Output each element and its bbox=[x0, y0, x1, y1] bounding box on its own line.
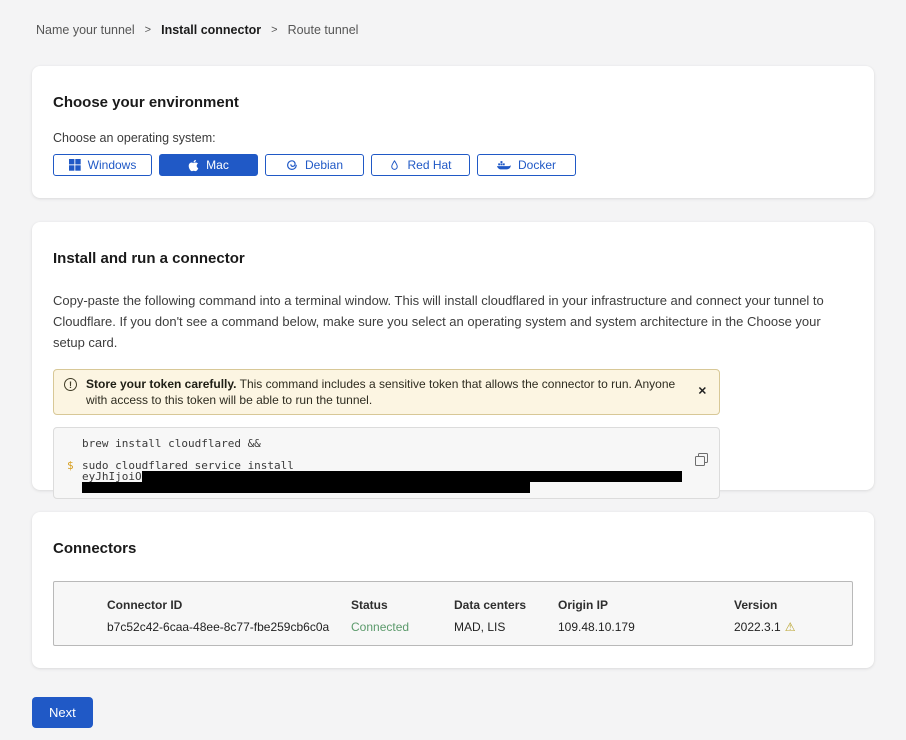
token-warning-banner: ! Store your token carefully. This comma… bbox=[53, 369, 720, 415]
redhat-logo-icon bbox=[389, 159, 400, 172]
os-button-label: Debian bbox=[305, 158, 343, 172]
breadcrumb: Name your tunnel > Install connector > R… bbox=[0, 0, 906, 37]
warning-title: Store your token carefully. bbox=[86, 377, 237, 391]
environment-card-title: Choose your environment bbox=[53, 94, 853, 111]
command-token-line: eyJhIjoiO bbox=[68, 471, 705, 482]
operating-system-label: Choose an operating system: bbox=[53, 131, 853, 145]
close-icon[interactable]: ✕ bbox=[698, 387, 707, 398]
warning-text: Store your token carefully. This command… bbox=[86, 376, 685, 408]
connector-id-value: b7c52c42-6caa-48ee-8c77-fbe259cb6c0a bbox=[107, 620, 351, 634]
column-header-origin-ip: Origin IP bbox=[558, 598, 734, 612]
apple-logo-icon bbox=[188, 159, 199, 172]
shell-prompt: $ bbox=[67, 460, 74, 471]
breadcrumb-separator: > bbox=[145, 24, 151, 36]
os-button-windows[interactable]: Windows bbox=[53, 154, 152, 176]
choose-environment-card: Choose your environment Choose an operat… bbox=[32, 66, 874, 198]
copy-command-button[interactable] bbox=[695, 453, 708, 469]
os-button-label: Mac bbox=[206, 158, 229, 172]
connectors-table-row: Connector ID b7c52c42-6caa-48ee-8c77-fbe… bbox=[53, 581, 853, 646]
install-description: Copy-paste the following command into a … bbox=[53, 290, 853, 353]
os-button-label: Red Hat bbox=[407, 158, 451, 172]
redacted-token-bar bbox=[142, 471, 682, 482]
breadcrumb-step-name-your-tunnel[interactable]: Name your tunnel bbox=[36, 23, 135, 37]
next-button[interactable]: Next bbox=[32, 697, 93, 728]
windows-logo-icon bbox=[69, 159, 81, 171]
origin-ip-value: 109.48.10.179 bbox=[558, 620, 734, 634]
os-button-row: Windows Mac Debian Red Hat Docker bbox=[53, 154, 853, 176]
os-button-debian[interactable]: Debian bbox=[265, 154, 364, 176]
column-header-status: Status bbox=[351, 598, 454, 612]
os-button-redhat[interactable]: Red Hat bbox=[371, 154, 470, 176]
install-card-title: Install and run a connector bbox=[53, 250, 853, 267]
command-line-2: $sudo cloudflared service install bbox=[68, 460, 705, 471]
breadcrumb-step-route-tunnel[interactable]: Route tunnel bbox=[288, 23, 359, 37]
copy-icon bbox=[695, 454, 708, 469]
os-button-docker[interactable]: Docker bbox=[477, 154, 576, 176]
data-centers-value: MAD, LIS bbox=[454, 620, 558, 634]
column-header-data-centers: Data centers bbox=[454, 598, 558, 612]
debian-logo-icon bbox=[286, 159, 298, 171]
command-token-line-2 bbox=[68, 482, 705, 493]
os-button-label: Docker bbox=[518, 158, 556, 172]
os-button-mac[interactable]: Mac bbox=[159, 154, 258, 176]
os-button-label: Windows bbox=[88, 158, 137, 172]
status-badge: Connected bbox=[351, 620, 454, 634]
install-connector-card: Install and run a connector Copy-paste t… bbox=[32, 222, 874, 490]
connectors-card-title: Connectors bbox=[53, 540, 853, 557]
connectors-card: Connectors Connector ID b7c52c42-6caa-48… bbox=[32, 512, 874, 668]
alert-circle-icon: ! bbox=[64, 378, 77, 391]
redacted-token-bar bbox=[82, 482, 530, 493]
command-line-1: brew install cloudflared && bbox=[68, 438, 705, 449]
column-header-version: Version bbox=[734, 598, 852, 612]
warning-triangle-icon: ⚠ bbox=[785, 620, 796, 634]
breadcrumb-step-install-connector[interactable]: Install connector bbox=[161, 23, 261, 37]
breadcrumb-separator: > bbox=[271, 24, 277, 36]
version-value: 2022.3.1⚠ bbox=[734, 620, 852, 634]
install-command-block: brew install cloudflared && $sudo cloudf… bbox=[53, 427, 720, 499]
column-header-connector-id: Connector ID bbox=[107, 598, 351, 612]
docker-logo-icon bbox=[497, 160, 511, 171]
